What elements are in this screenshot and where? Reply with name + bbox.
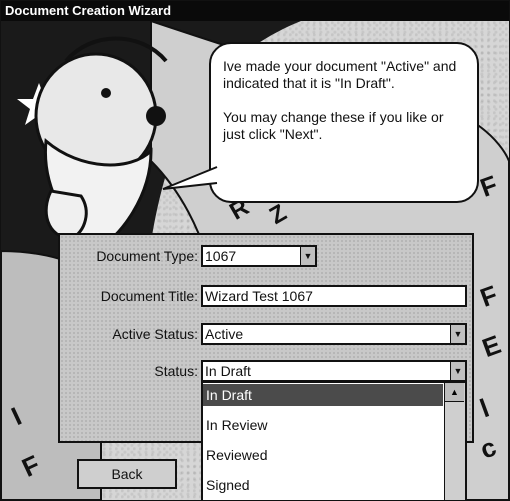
document-title-label: Document Title: [100,288,198,304]
active-status-label: Active Status: [112,326,198,342]
document-type-label: Document Type: [96,248,198,264]
window-title: Document Creation Wizard [1,1,509,21]
chevron-down-icon[interactable]: ▼ [300,247,315,265]
bubble-tail [162,166,218,190]
status-option-reviewed[interactable]: Reviewed [203,444,443,466]
status-option-in-draft[interactable]: In Draft [203,384,443,406]
wizard-eye [101,88,111,98]
scroll-up-icon[interactable]: ▲ [445,383,464,402]
document-title-field[interactable]: Wizard Test 1067 [201,285,467,307]
back-button-label: Back [111,466,143,482]
status-options-list: In Draft In Review Reviewed Signed ▲ [201,381,467,500]
status-dropdown[interactable]: In Draft ▼ [201,360,467,382]
active-status-value: Active [205,326,244,342]
document-type-value: 1067 [205,248,237,264]
status-list-scrollbar[interactable]: ▲ [444,383,465,500]
bubble-text-active: Ive made your document "Active" and indi… [223,58,457,91]
back-button[interactable]: Back [77,459,177,489]
wizard-nose [146,106,166,126]
bubble-text-next: You may change these if you like or just… [223,109,444,142]
status-option-in-review[interactable]: In Review [203,414,443,436]
wizard-window: Document Creation Wizard R d F F E l [0,0,510,501]
speech-bubble: Ive made your document "Active" and indi… [209,42,479,203]
status-value: In Draft [205,363,251,379]
document-type-dropdown[interactable]: 1067 ▼ [201,245,317,267]
active-status-dropdown[interactable]: Active ▼ [201,323,467,345]
chevron-down-icon[interactable]: ▼ [450,362,465,380]
status-option-signed[interactable]: Signed [203,474,443,496]
chevron-down-icon[interactable]: ▼ [450,325,465,343]
status-label: Status: [154,363,198,379]
